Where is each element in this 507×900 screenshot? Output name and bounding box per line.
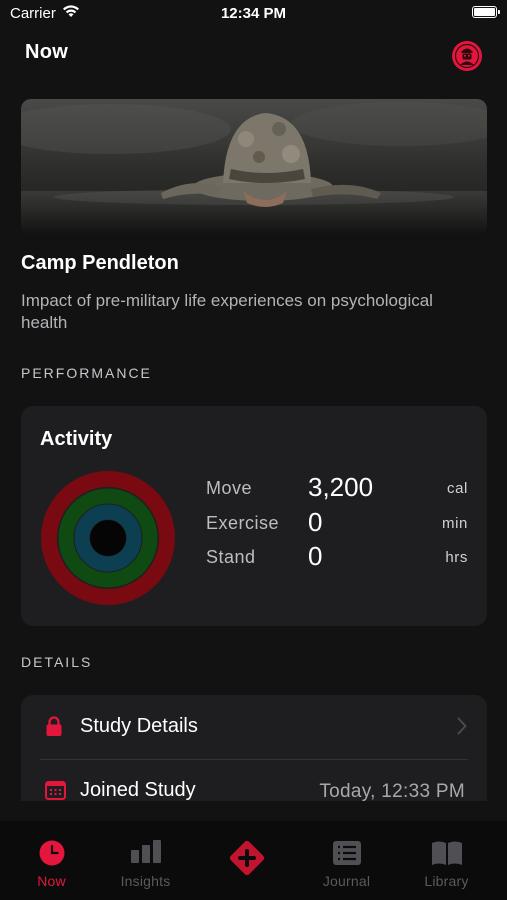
stat-move: Move 3,200 cal: [206, 472, 468, 502]
stat-label: Move: [206, 478, 253, 498]
stat-value: 0: [308, 541, 323, 571]
tab-add[interactable]: [196, 821, 297, 900]
profile-avatar-icon[interactable]: [452, 41, 482, 71]
plus-diamond-icon: [227, 838, 267, 883]
lock-icon: [45, 716, 63, 742]
battery-icon: [472, 6, 500, 18]
tab-label: Now: [37, 873, 66, 889]
tab-bar: Now Insights Journal Library: [0, 821, 507, 900]
details-section-label: DETAILS: [21, 654, 93, 670]
clock-icon: [39, 840, 65, 871]
bar-chart-icon: [130, 840, 162, 869]
calendar-icon: [45, 780, 66, 801]
activity-rings-icon: [39, 469, 177, 612]
study-hero-image: [21, 99, 487, 235]
performance-section-label: PERFORMANCE: [21, 365, 152, 381]
detail-value: Today, 12:33 PM: [319, 781, 465, 801]
details-card: Study Details Joined Study Today, 12:33 …: [21, 695, 487, 801]
tab-journal[interactable]: Journal: [296, 821, 397, 900]
book-icon: [431, 840, 463, 871]
tab-library[interactable]: Library: [396, 821, 497, 900]
stat-exercise: Exercise 0 min: [206, 507, 468, 537]
tab-label: Insights: [120, 873, 171, 889]
journal-icon: [332, 840, 362, 871]
activity-card[interactable]: Activity Move 3,200 cal Exercise 0 min S…: [21, 406, 487, 626]
stat-unit: hrs: [445, 549, 468, 566]
detail-label: Joined Study: [80, 779, 196, 801]
page-title: Now: [25, 41, 69, 63]
joined-study-row: Joined Study Today, 12:33 PM: [21, 759, 487, 801]
tab-now[interactable]: Now: [1, 821, 102, 900]
activity-title: Activity: [40, 428, 113, 450]
stat-value: 0: [308, 507, 323, 537]
tab-label: Journal: [322, 873, 371, 889]
status-time: 12:34 PM: [220, 5, 287, 22]
chevron-right-icon: [457, 717, 467, 740]
study-title: Camp Pendleton: [21, 252, 179, 274]
detail-label: Study Details: [80, 715, 198, 737]
tab-label: Library: [424, 873, 469, 889]
status-bar: Carrier 12:34 PM: [0, 0, 507, 28]
study-details-row[interactable]: Study Details: [21, 695, 487, 760]
stat-value: 3,200: [308, 472, 374, 502]
stat-label: Exercise: [206, 513, 280, 533]
tab-insights[interactable]: Insights: [95, 821, 196, 900]
stat-stand: Stand 0 hrs: [206, 541, 468, 571]
stat-unit: cal: [447, 480, 468, 497]
stat-label: Stand: [206, 547, 256, 567]
study-description: Impact of pre-military life experiences …: [21, 291, 433, 332]
stat-unit: min: [442, 515, 468, 532]
